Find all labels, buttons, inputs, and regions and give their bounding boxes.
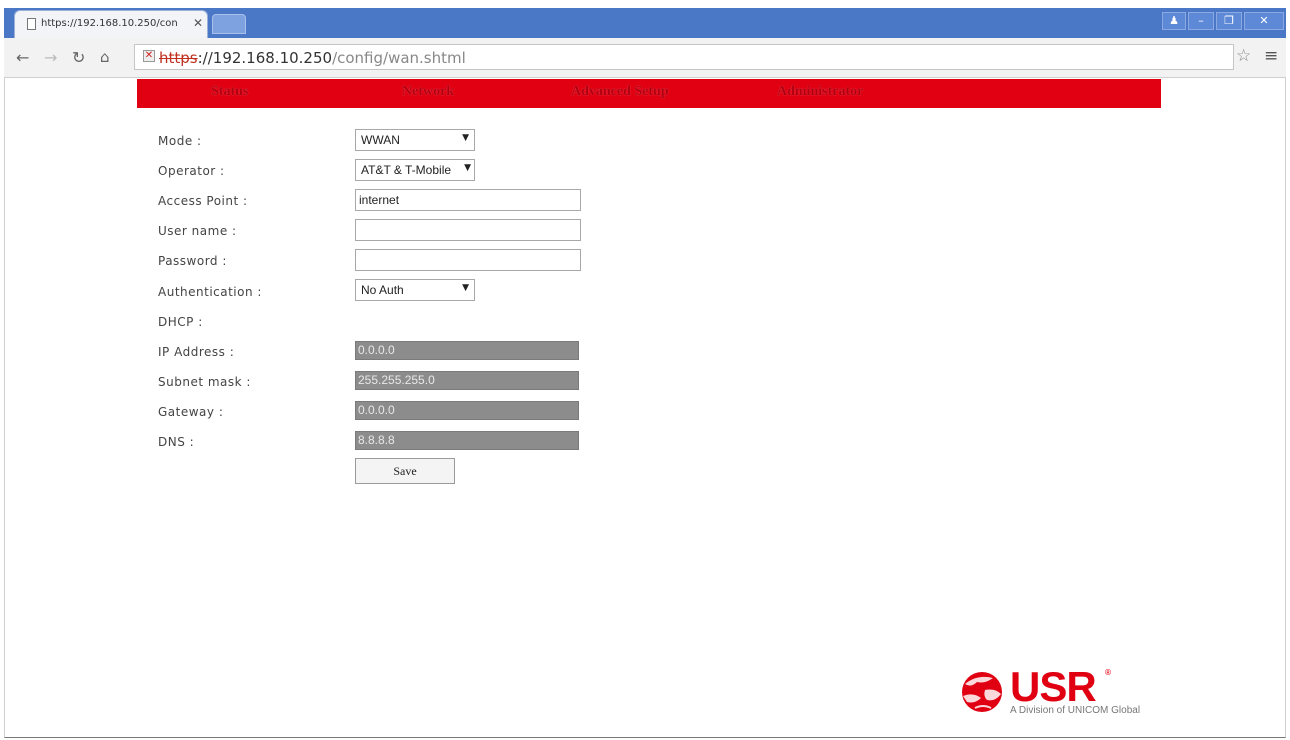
operator-label: Operator :	[158, 164, 225, 178]
access-point-label: Access Point :	[158, 194, 248, 208]
forward-icon[interactable]: →	[44, 48, 57, 67]
authentication-select[interactable]: No Auth ▼	[355, 279, 475, 301]
dns-field: 8.8.8.8	[355, 431, 579, 450]
dns-label: DNS :	[158, 435, 195, 449]
back-icon[interactable]: ←	[16, 48, 29, 67]
save-button[interactable]: Save	[355, 458, 455, 484]
bookmark-star-icon[interactable]: ☆	[1236, 46, 1251, 66]
dhcp-label: DHCP :	[158, 315, 203, 329]
ip-address-label: IP Address :	[158, 345, 235, 359]
browser-toolbar: ← → ↻ ⌂ ✕ https://192.168.10.250/config/…	[4, 38, 1286, 78]
close-window-icon[interactable]: ✕	[1244, 12, 1284, 30]
authentication-value: No Auth	[361, 283, 404, 297]
mode-select[interactable]: WWAN ▼	[355, 129, 475, 151]
tab-close-icon[interactable]: ✕	[193, 16, 203, 30]
url-path: /config/wan.shtml	[332, 49, 466, 67]
new-tab-button[interactable]	[212, 14, 246, 34]
gateway-field: 0.0.0.0	[355, 401, 579, 420]
gateway-label: Gateway :	[158, 405, 224, 419]
dropdown-arrow-icon: ▼	[462, 133, 469, 143]
tab-title: https://192.168.10.250/con	[41, 18, 178, 29]
username-input[interactable]	[355, 219, 581, 241]
nav-network[interactable]: Network	[402, 84, 454, 100]
usr-globe-logo-icon	[962, 672, 1002, 712]
mode-value: WWAN	[361, 133, 400, 147]
url-text: https://192.168.10.250/config/wan.shtml	[159, 49, 466, 67]
dropdown-arrow-icon: ▼	[462, 283, 469, 293]
subnet-mask-label: Subnet mask :	[158, 375, 251, 389]
mode-label: Mode :	[158, 134, 202, 148]
address-bar[interactable]: ✕ https://192.168.10.250/config/wan.shtm…	[134, 44, 1234, 70]
nav-advanced-setup[interactable]: Advanced Setup	[571, 84, 669, 100]
ip-address-field: 0.0.0.0	[355, 341, 579, 360]
page-icon	[27, 18, 36, 30]
access-point-input[interactable]	[355, 189, 581, 211]
restore-icon[interactable]: ❐	[1216, 12, 1242, 30]
operator-select[interactable]: AT&T & T-Mobile ▼	[355, 159, 475, 181]
registered-mark: ®	[1104, 668, 1112, 677]
url-scheme: https	[159, 49, 198, 67]
password-label: Password :	[158, 254, 227, 268]
logo-tagline: A Division of UNICOM Global	[1010, 705, 1141, 716]
home-icon[interactable]: ⌂	[100, 48, 110, 66]
nav-status[interactable]: Status	[211, 84, 248, 100]
subnet-mask-field: 255.255.255.0	[355, 371, 579, 390]
operator-value: AT&T & T-Mobile	[361, 163, 452, 177]
menu-icon[interactable]: ≡	[1264, 46, 1278, 66]
minimize-icon[interactable]: –	[1188, 12, 1214, 30]
username-label: User name :	[158, 224, 237, 238]
person-icon[interactable]: ♟	[1162, 12, 1186, 30]
usr-logo-text: USR	[1010, 663, 1097, 710]
authentication-label: Authentication :	[158, 285, 262, 299]
password-input[interactable]	[355, 249, 581, 271]
insecure-lock-icon[interactable]: ✕	[143, 50, 155, 62]
reload-icon[interactable]: ↻	[72, 48, 85, 67]
browser-tab[interactable]: https://192.168.10.250/con ✕	[14, 10, 208, 38]
url-host: ://192.168.10.250	[197, 49, 333, 67]
dropdown-arrow-icon: ▼	[464, 163, 471, 173]
nav-administrator[interactable]: Administrator	[777, 84, 863, 100]
main-nav: Status Network Advanced Setup Administra…	[137, 79, 1161, 108]
